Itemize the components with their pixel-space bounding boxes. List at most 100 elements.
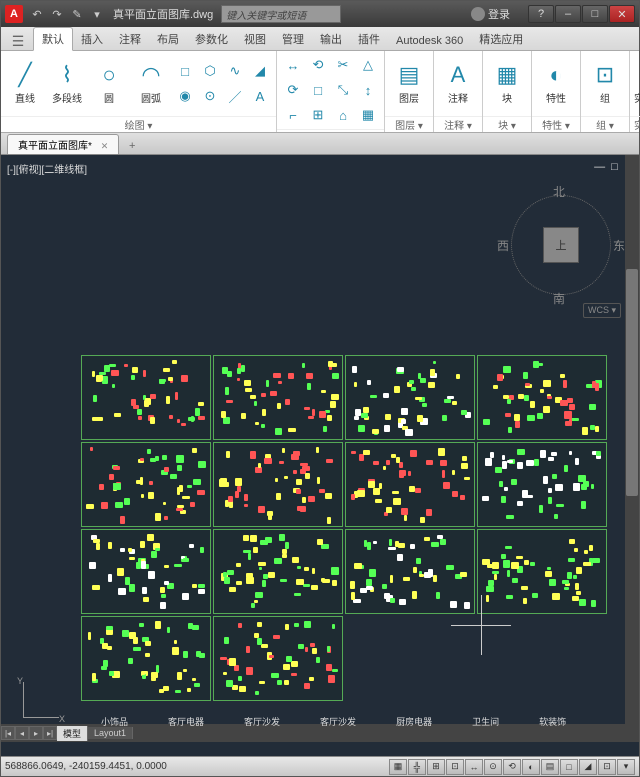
status-toggle-button[interactable]: ↔: [465, 759, 483, 775]
ribbon-tab-a360[interactable]: Autodesk 360: [388, 32, 471, 50]
status-toggle-button[interactable]: ▦: [389, 759, 407, 775]
status-toggle-button[interactable]: ╬: [408, 759, 426, 775]
add-file-tab-button[interactable]: +: [123, 138, 141, 154]
qat-redo-icon[interactable]: ↷: [49, 6, 65, 22]
ribbon-tab-output[interactable]: 输出: [312, 28, 350, 50]
ribbon-button[interactable]: ▤图层: [389, 54, 429, 114]
status-toggle-button[interactable]: ⊡: [598, 759, 616, 775]
view-cube[interactable]: 上 北 南 东 西: [501, 185, 621, 305]
search-input[interactable]: 键入关键字或短语: [221, 5, 341, 23]
status-toggle-button[interactable]: □: [560, 759, 578, 775]
viewport-minimize-icon[interactable]: —: [594, 161, 605, 174]
ribbon-button[interactable]: ◐特性: [536, 54, 576, 114]
panel-label[interactable]: 图层 ▾: [385, 116, 433, 132]
compass-south[interactable]: 南: [553, 290, 565, 307]
maximize-button[interactable]: □: [582, 5, 608, 23]
ribbon-tab-parametric[interactable]: 参数化: [187, 28, 236, 50]
ribbon-button[interactable]: ▤实用工具: [634, 54, 640, 114]
cad-block-cell[interactable]: [81, 355, 211, 440]
view-cube-face[interactable]: 上: [543, 227, 579, 263]
ribbon-tab-featured[interactable]: 精选应用: [471, 28, 531, 50]
ribbon-small-button[interactable]: □: [306, 78, 330, 102]
status-toggle-button[interactable]: ⟲: [503, 759, 521, 775]
ribbon-small-button[interactable]: ◢: [248, 59, 272, 83]
ribbon-tab-addins[interactable]: 插件: [350, 28, 388, 50]
cad-block-cell[interactable]: [213, 442, 343, 527]
viewport-maximize-icon[interactable]: □: [611, 161, 618, 174]
drawing-canvas[interactable]: [-][俯视][二维线框] — □ ✕ 上 北 南 东 西 WCS ▾ Y X …: [1, 155, 639, 756]
ribbon-small-button[interactable]: △: [356, 53, 380, 77]
compass-north[interactable]: 北: [553, 183, 565, 200]
ribbon-small-button[interactable]: ⊙: [198, 84, 222, 108]
status-toggle-button[interactable]: ◢: [579, 759, 597, 775]
layout-nav-first[interactable]: |◂: [1, 726, 15, 740]
ribbon-small-button[interactable]: ◉: [173, 84, 197, 108]
panel-label[interactable]: 实用工具: [630, 116, 640, 132]
ribbon-small-button[interactable]: ↕: [356, 78, 380, 102]
layout-tab-model[interactable]: 模型: [57, 726, 88, 741]
status-toggle-button[interactable]: ⊞: [427, 759, 445, 775]
ribbon-small-button[interactable]: ⤡: [331, 78, 355, 102]
layout-tab-layout1[interactable]: Layout1: [88, 727, 133, 739]
status-toggle-button[interactable]: ⊡: [446, 759, 464, 775]
ribbon-tab-layout[interactable]: 布局: [149, 28, 187, 50]
cad-block-cell[interactable]: [213, 529, 343, 614]
compass-west[interactable]: 西: [497, 237, 509, 254]
ribbon-small-button[interactable]: ✂: [331, 53, 355, 77]
cad-block-cell[interactable]: [81, 616, 211, 701]
compass-east[interactable]: 东: [613, 237, 625, 254]
panel-label[interactable]: 块 ▾: [483, 116, 531, 132]
ribbon-small-button[interactable]: □: [173, 59, 197, 83]
ribbon-small-button[interactable]: ／: [223, 84, 247, 108]
coordinates-display[interactable]: 568866.0649, -240159.4451, 0.0000: [5, 761, 167, 772]
file-tab-close-icon[interactable]: ✕: [101, 141, 109, 151]
minimize-button[interactable]: –: [555, 5, 581, 23]
cad-block-cell[interactable]: [213, 616, 343, 701]
ribbon-tab-annotate[interactable]: 注释: [111, 28, 149, 50]
layout-nav-next[interactable]: ▸: [29, 726, 43, 740]
ribbon-button[interactable]: ○圆: [89, 54, 129, 114]
cad-block-cell[interactable]: [477, 355, 607, 440]
cad-block-cell[interactable]: [477, 442, 607, 527]
qat-more-icon[interactable]: ▾: [89, 6, 105, 22]
panel-label[interactable]: 特性 ▾: [532, 116, 580, 132]
vertical-scrollbar[interactable]: [625, 155, 639, 724]
ribbon-small-button[interactable]: ⌂: [331, 103, 355, 127]
layout-nav-last[interactable]: ▸|: [43, 726, 57, 740]
status-toggle-button[interactable]: ⊙: [484, 759, 502, 775]
ribbon-small-button[interactable]: ⟲: [306, 53, 330, 77]
ribbon-button[interactable]: ⌇多段线: [47, 54, 87, 114]
panel-label[interactable]: 注释 ▾: [434, 116, 482, 132]
ribbon-tab-view[interactable]: 视图: [236, 28, 274, 50]
ribbon-button[interactable]: ⊡组: [585, 54, 625, 114]
cad-block-cell[interactable]: [213, 355, 343, 440]
ribbon-small-button[interactable]: ⟳: [281, 78, 305, 102]
ucs-icon[interactable]: Y X: [15, 676, 65, 726]
ribbon-button[interactable]: ▦块: [487, 54, 527, 114]
ribbon-small-button[interactable]: A: [248, 84, 272, 108]
ribbon-small-button[interactable]: ▦: [356, 103, 380, 127]
file-tab[interactable]: 真平面立面图库* ✕: [7, 134, 119, 154]
ribbon-small-button[interactable]: ⌐: [281, 103, 305, 127]
ribbon-tab-insert[interactable]: 插入: [73, 28, 111, 50]
ribbon-button[interactable]: ╱直线: [5, 54, 45, 114]
login-button[interactable]: 登录: [471, 6, 510, 22]
cad-block-cell[interactable]: [345, 355, 475, 440]
status-toggle-button[interactable]: ▤: [541, 759, 559, 775]
ribbon-small-button[interactable]: ⊞: [306, 103, 330, 127]
ribbon-small-button[interactable]: ⬡: [198, 59, 222, 83]
help-button[interactable]: ?: [528, 5, 554, 23]
ribbon-small-button[interactable]: ↔: [281, 53, 305, 77]
status-toggle-button[interactable]: ▾: [617, 759, 635, 775]
app-icon[interactable]: A: [5, 5, 23, 23]
cad-block-cell[interactable]: [81, 442, 211, 527]
wcs-label[interactable]: WCS ▾: [583, 303, 621, 318]
layout-nav-prev[interactable]: ◂: [15, 726, 29, 740]
ribbon-menu-icon[interactable]: ☰: [9, 32, 27, 50]
qat-undo-icon[interactable]: ↶: [29, 6, 45, 22]
cad-block-cell[interactable]: [345, 442, 475, 527]
close-button[interactable]: ✕: [609, 5, 635, 23]
qat-edit-icon[interactable]: ✎: [69, 6, 85, 22]
view-info-label[interactable]: [-][俯视][二维线框]: [7, 161, 87, 176]
ribbon-tab-manage[interactable]: 管理: [274, 28, 312, 50]
